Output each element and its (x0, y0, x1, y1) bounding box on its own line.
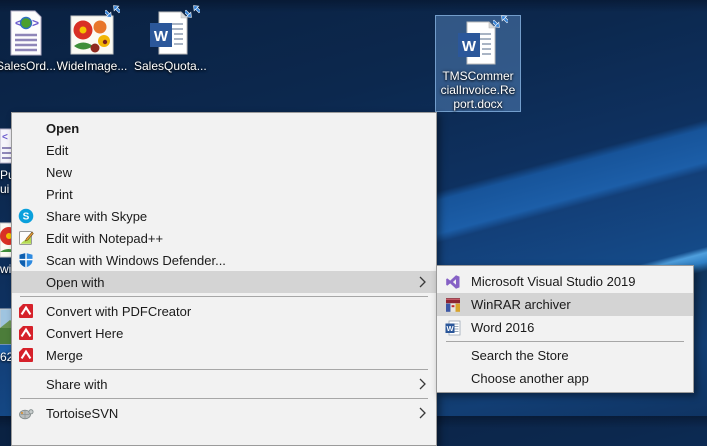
menu-item-edit[interactable]: Edit (12, 139, 436, 161)
menu-item-label: Edit with Notepad++ (46, 231, 163, 246)
menu-item-label: Edit (46, 143, 68, 158)
notepadpp-icon (18, 230, 34, 246)
desktop-icon-label: WideImage... (56, 59, 128, 73)
open-with-submenu: Microsoft Visual Studio 2019 WinRAR archi… (436, 265, 694, 393)
menu-item-microsoft-visual-studio-2019[interactable]: Microsoft Visual Studio 2019 (437, 270, 693, 293)
menu-item-winrar-archiver[interactable]: WinRAR archiver (437, 293, 693, 316)
desktop-icon-tmscommercialinvoice[interactable]: W TMSCommer cialInvoice.Re port.docx (435, 15, 521, 112)
svg-text:>: > (32, 16, 39, 30)
submenu-arrow-icon (419, 276, 426, 288)
menu-item-label: TortoiseSVN (46, 406, 118, 421)
menu-item-tortoisesvn[interactable]: TortoiseSVN (12, 402, 436, 424)
desktop-icon-salesord[interactable]: < > SalesOrd... (0, 8, 62, 73)
menu-item-label: Share with Skype (46, 209, 147, 224)
menu-item-label: Word 2016 (471, 320, 534, 335)
edge-icon-fragment-image[interactable] (0, 222, 11, 258)
compressed-file-icon (185, 4, 200, 19)
menu-item-label: Convert with PDFCreator (46, 304, 191, 319)
menu-separator (20, 369, 428, 370)
menu-item-convert-here[interactable]: Convert Here (12, 322, 436, 344)
menu-item-label: Open (46, 121, 79, 136)
menu-item-scan-with-windows-defender[interactable]: Scan with Windows Defender... (12, 249, 436, 271)
edge-icon-fragment-document[interactable]: < (0, 128, 11, 164)
image-file-icon (56, 8, 128, 56)
menu-item-merge[interactable]: Merge (12, 344, 436, 366)
svg-text:W: W (462, 38, 477, 55)
context-menu: Open Edit New Print S Share with Skype Edit wi… (11, 112, 437, 446)
edge-icon-fragment-photo[interactable] (0, 308, 11, 345)
svg-text:<: < (2, 132, 8, 143)
menu-separator (20, 398, 428, 399)
tortoisesvn-icon (18, 405, 34, 421)
desktop-icon-label: TMSCommer cialInvoice.Re port.docx (436, 69, 520, 111)
compressed-file-icon (493, 14, 508, 29)
winrar-icon (445, 297, 461, 313)
menu-item-label: Open with (46, 275, 105, 290)
svg-text:W: W (154, 28, 169, 45)
menu-item-open-with[interactable]: Open with (12, 271, 436, 293)
menu-item-label: Microsoft Visual Studio 2019 (471, 274, 636, 289)
visual-studio-icon (445, 274, 461, 290)
menu-item-choose-another-app[interactable]: Choose another app (437, 367, 693, 390)
menu-item-label: Print (46, 187, 73, 202)
submenu-arrow-icon (419, 407, 426, 419)
desktop-icon-wideimage[interactable]: WideImage... (56, 8, 128, 73)
svg-text:S: S (23, 212, 30, 223)
menu-item-edit-with-notepad[interactable]: Edit with Notepad++ (12, 227, 436, 249)
menu-item-label: Search the Store (471, 348, 569, 363)
menu-separator (20, 296, 428, 297)
menu-item-share-with[interactable]: Share with (12, 373, 436, 395)
word-icon: W (445, 320, 461, 336)
pdfcreator-icon (18, 347, 34, 363)
menu-item-search-the-store[interactable]: Search the Store (437, 344, 693, 367)
defender-icon (18, 252, 34, 268)
pdfcreator-icon (18, 325, 34, 341)
menu-item-new[interactable]: New (12, 161, 436, 183)
desktop-icon-label: SalesOrd... (0, 59, 62, 73)
word-document-icon: W (436, 16, 520, 66)
submenu-arrow-icon (419, 378, 426, 390)
svg-text:W: W (446, 324, 454, 333)
menu-item-share-with-skype[interactable]: S Share with Skype (12, 205, 436, 227)
menu-separator (446, 341, 684, 342)
desktop-icon-salesquota[interactable]: W SalesQuota... (134, 8, 206, 73)
edge-icon-label: wi (0, 262, 11, 276)
menu-item-label: New (46, 165, 72, 180)
skype-icon: S (18, 208, 34, 224)
menu-item-label: Merge (46, 348, 83, 363)
desktop-icon-label: SalesQuota... (134, 59, 206, 73)
menu-item-label: Share with (46, 377, 107, 392)
desktop: { "desktop": { "icons": [ { "label": "Sa… (0, 0, 707, 416)
menu-item-label: WinRAR archiver (471, 297, 571, 312)
menu-item-open[interactable]: Open (12, 117, 436, 139)
compressed-file-icon (105, 4, 120, 19)
menu-item-label: Choose another app (471, 371, 589, 386)
menu-item-word-2016[interactable]: W Word 2016 (437, 316, 693, 339)
html-document-icon: < > (0, 8, 62, 56)
menu-item-label: Convert Here (46, 326, 123, 341)
menu-item-convert-with-pdfcreator[interactable]: Convert with PDFCreator (12, 300, 436, 322)
pdfcreator-icon (18, 303, 34, 319)
word-document-icon: W (134, 8, 206, 56)
menu-item-label: Scan with Windows Defender... (46, 253, 226, 268)
menu-item-print[interactable]: Print (12, 183, 436, 205)
